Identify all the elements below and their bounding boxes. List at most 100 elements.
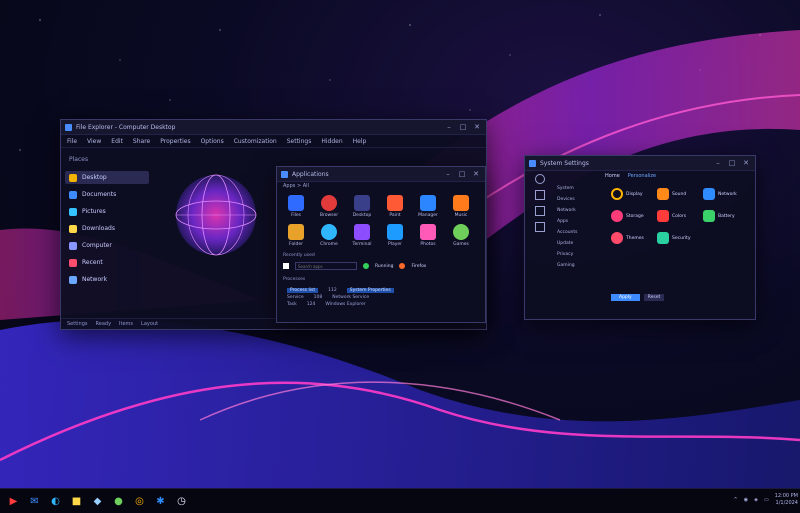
- app-icon: [420, 224, 436, 240]
- minimize-icon[interactable]: –: [443, 170, 453, 178]
- sidebar-item-label: Desktop: [82, 174, 107, 181]
- maximize-icon[interactable]: □: [727, 159, 737, 167]
- sidebar-item-recent[interactable]: Recent: [65, 256, 149, 269]
- apps-path[interactable]: Apps > All: [283, 183, 309, 189]
- settings-tile[interactable]: Colors: [657, 210, 701, 222]
- menu-share[interactable]: Share: [133, 138, 150, 145]
- grid-icon[interactable]: [535, 190, 545, 200]
- home-icon[interactable]: [535, 174, 545, 184]
- close-icon[interactable]: ✕: [472, 123, 482, 131]
- search-input[interactable]: [295, 262, 357, 270]
- xbox-icon[interactable]: ●: [109, 492, 128, 511]
- menu-view[interactable]: View: [87, 138, 101, 145]
- app-tile[interactable]: Chrome: [314, 224, 344, 247]
- settings-tile[interactable]: Sound: [657, 188, 701, 200]
- apps-titlebar[interactable]: Applications – □ ✕: [277, 167, 485, 182]
- app-tile[interactable]: Photos: [413, 224, 443, 247]
- maximize-icon[interactable]: □: [457, 170, 467, 178]
- files-icon[interactable]: ■: [67, 492, 86, 511]
- maximize-icon[interactable]: □: [458, 123, 468, 131]
- tile-label: Storage: [626, 213, 644, 219]
- app-tile[interactable]: Games: [446, 224, 476, 247]
- tab-personalize[interactable]: Personalize: [628, 173, 656, 179]
- nav-item[interactable]: Gaming: [557, 263, 578, 268]
- app-tile[interactable]: Folder: [281, 224, 311, 247]
- themes-icon: [611, 232, 623, 244]
- nav-item[interactable]: System: [557, 186, 578, 191]
- photos-icon[interactable]: ◎: [130, 492, 149, 511]
- list-icon[interactable]: [535, 206, 545, 216]
- nav-item[interactable]: Devices: [557, 197, 578, 202]
- app-tile[interactable]: Desktop: [347, 195, 377, 218]
- sidebar-item-desktop[interactable]: Desktop: [65, 171, 149, 184]
- app-tile[interactable]: Terminal: [347, 224, 377, 247]
- sidebar-item-downloads[interactable]: Downloads: [65, 222, 149, 235]
- table-row[interactable]: Process list 112 System Properties: [287, 287, 394, 294]
- close-icon[interactable]: ✕: [741, 159, 751, 167]
- edge-icon[interactable]: ◐: [46, 492, 65, 511]
- menu-help[interactable]: Help: [353, 138, 367, 145]
- status-items: Items: [119, 321, 134, 327]
- apply-button[interactable]: Apply: [611, 294, 640, 301]
- menu-options[interactable]: Options: [201, 138, 224, 145]
- quick-label[interactable]: Firefox: [411, 264, 426, 269]
- settings-titlebar[interactable]: System Settings – □ ✕: [525, 156, 755, 171]
- row-name: Task: [287, 302, 297, 307]
- status-settings[interactable]: Settings: [67, 321, 88, 327]
- start-button[interactable]: ▶: [4, 492, 23, 511]
- minimize-icon[interactable]: –: [444, 123, 454, 131]
- system-clock[interactable]: 12:00 PM 1/1/2024: [775, 493, 798, 507]
- nav-item[interactable]: Apps: [557, 219, 578, 224]
- quick-label[interactable]: Running: [375, 264, 393, 269]
- nav-item[interactable]: Accounts: [557, 230, 578, 235]
- reset-button[interactable]: Reset: [643, 294, 665, 301]
- settings-tile[interactable]: Themes: [611, 232, 655, 244]
- app-tile[interactable]: Files: [281, 195, 311, 218]
- menu-hidden[interactable]: Hidden: [321, 138, 342, 145]
- battery-icon[interactable]: ▭: [764, 497, 769, 503]
- app-tile[interactable]: Player: [380, 224, 410, 247]
- menu-properties[interactable]: Properties: [160, 138, 190, 145]
- close-icon[interactable]: ✕: [471, 170, 481, 178]
- explorer-titlebar[interactable]: File Explorer - Computer Desktop – □ ✕: [61, 120, 486, 135]
- minimize-icon[interactable]: –: [713, 159, 723, 167]
- tile-label: Sound: [672, 191, 687, 197]
- mail-icon[interactable]: ✉: [25, 492, 44, 511]
- settings-icon[interactable]: ✱: [151, 492, 170, 511]
- settings-tile[interactable]: Display: [611, 188, 655, 200]
- app-label: Chrome: [320, 242, 338, 247]
- settings-tile[interactable]: Network: [703, 188, 747, 200]
- sidebar-header: Places: [69, 156, 89, 163]
- nav-item[interactable]: Privacy: [557, 252, 578, 257]
- table-row[interactable]: Task 124 Windows Explorer: [287, 301, 394, 308]
- tab-home[interactable]: Home: [605, 173, 620, 179]
- settings-tile[interactable]: Security: [657, 232, 701, 244]
- menu-edit[interactable]: Edit: [111, 138, 123, 145]
- sidebar-item-network[interactable]: Network: [65, 273, 149, 286]
- settings-tile[interactable]: Storage: [611, 210, 655, 222]
- volume-icon[interactable]: ◈: [754, 497, 758, 503]
- clock-icon[interactable]: ◷: [172, 492, 191, 511]
- menu-settings[interactable]: Settings: [287, 138, 312, 145]
- chevron-up-icon[interactable]: ^: [734, 497, 738, 503]
- app-tile[interactable]: Browser: [314, 195, 344, 218]
- folder-icon[interactable]: [535, 222, 545, 232]
- app-tile[interactable]: Manager: [413, 195, 443, 218]
- sidebar-item-computer[interactable]: Computer: [65, 239, 149, 252]
- status-layout[interactable]: Layout: [141, 321, 158, 327]
- sidebar-item-label: Computer: [82, 242, 112, 249]
- menu-customization[interactable]: Customization: [234, 138, 277, 145]
- sidebar-item-documents[interactable]: Documents: [65, 188, 149, 201]
- menu-file[interactable]: File: [67, 138, 77, 145]
- tile-label: Themes: [626, 235, 644, 241]
- app-tile[interactable]: Music: [446, 195, 476, 218]
- app-tile[interactable]: Paint: [380, 195, 410, 218]
- nav-item[interactable]: Update: [557, 241, 578, 246]
- store-icon[interactable]: ◆: [88, 492, 107, 511]
- nav-item[interactable]: Network: [557, 208, 578, 213]
- settings-tile[interactable]: Battery: [703, 210, 747, 222]
- sidebar-item-pictures[interactable]: Pictures: [65, 205, 149, 218]
- network-icon[interactable]: ◉: [744, 497, 748, 503]
- table-row[interactable]: Service 108 Network Service: [287, 294, 394, 301]
- app-icon: [321, 195, 337, 211]
